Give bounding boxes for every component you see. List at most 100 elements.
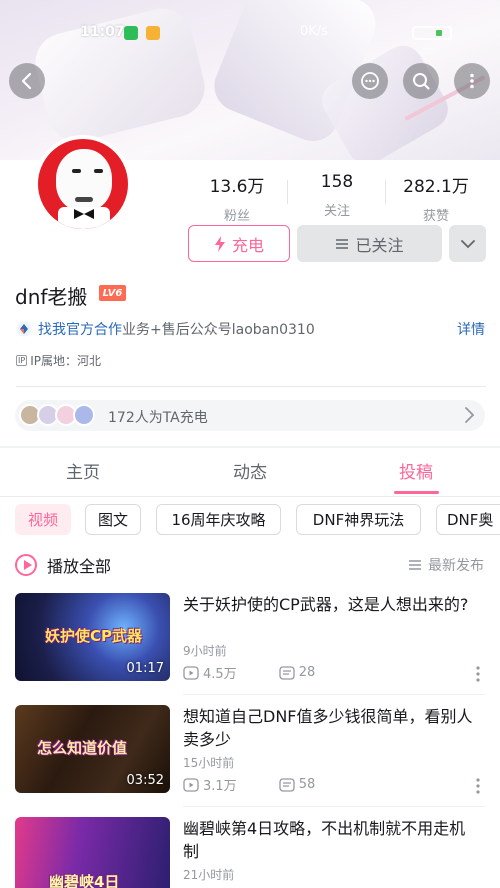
video-publish-time: 9小时前 <box>183 644 227 658</box>
danmaku-count: 58 <box>298 777 316 792</box>
tab-dynamics[interactable]: 动态 <box>200 458 300 483</box>
tab-active-indicator <box>394 491 439 494</box>
phone-app-icon <box>124 26 138 40</box>
bio-text: 业务+售后公众号laoban0310 <box>122 322 315 338</box>
charge-supporters-row[interactable]: 172人为TA充电 <box>15 400 485 431</box>
filter-chip-anniversary-guide[interactable]: 16周年庆攻略 <box>156 504 281 535</box>
back-arrow-icon <box>21 72 32 90</box>
danmaku-icon <box>279 665 295 680</box>
filter-chip-dnf-more[interactable]: DNF奥 <box>436 504 500 535</box>
username: dnf老搬 <box>15 285 88 309</box>
ip-location-text: IP属地：河北 <box>30 354 101 368</box>
stat-value: 13.6万 <box>209 177 265 197</box>
search-icon <box>413 73 430 90</box>
ip-icon: IP <box>16 355 28 366</box>
search-button[interactable] <box>403 63 439 99</box>
notes-app-icon <box>146 26 160 40</box>
stat-label: 获赞 <box>422 209 449 224</box>
play-circle-icon <box>15 554 37 576</box>
official-verified-icon <box>16 321 32 337</box>
more-options-button[interactable] <box>454 63 490 99</box>
avatar-collar <box>58 207 110 229</box>
net-speed: 0K/s <box>300 24 328 39</box>
video-publish-time: 15小时前 <box>183 756 235 770</box>
filter-chip-divine-realm[interactable]: DNF神界玩法 <box>296 504 421 535</box>
avatar-mouth <box>75 197 93 202</box>
stat-value: 282.1万 <box>403 177 469 197</box>
avatar-eye <box>94 169 103 173</box>
sort-button[interactable]: 最新发布 <box>408 555 484 575</box>
lightning-icon <box>214 235 225 252</box>
tab-uploads[interactable]: 投稿 <box>366 458 466 483</box>
follow-options-button[interactable] <box>449 225 486 262</box>
stat-divider <box>385 180 386 204</box>
chevron-down-icon <box>460 239 475 248</box>
stat-label: 关注 <box>323 204 350 219</box>
danmaku-count: 28 <box>298 665 316 680</box>
video-thumbnail[interactable]: 怎么知道价值 03:52 <box>15 705 170 793</box>
followed-label: 已关注 <box>355 235 404 255</box>
section-divider <box>0 446 500 448</box>
bio-details-link[interactable]: 详情 <box>457 319 485 339</box>
view-count: 3.1万 <box>203 779 237 794</box>
charge-label: 充电 <box>231 235 264 255</box>
vertical-dots-icon[interactable] <box>473 665 483 683</box>
message-button[interactable] <box>352 63 388 99</box>
stat-followers[interactable]: 13.6万 粉丝 <box>192 172 282 224</box>
play-count-icon <box>183 777 199 792</box>
video-item[interactable]: 幽碧峡4日 幽碧峡第4日攻略，不出机制就不用走机制 21小时前 <box>15 817 485 888</box>
stat-label: 粉丝 <box>223 209 250 224</box>
video-duration: 01:17 <box>126 661 164 676</box>
battery-icon <box>412 26 452 40</box>
play-all-label: 播放全部 <box>47 557 112 576</box>
divider <box>0 496 500 497</box>
stat-likes[interactable]: 282.1万 获赞 <box>391 172 481 224</box>
danmaku-icon <box>279 777 295 792</box>
video-title[interactable]: 想知道自己DNF值多少钱很简单，看别人卖多少 <box>183 705 478 751</box>
back-button[interactable] <box>9 63 45 99</box>
play-all-button[interactable]: 播放全部 <box>15 553 111 577</box>
video-thumbnail[interactable]: 妖护使CP武器 01:17 <box>15 593 170 681</box>
thumbnail-caption: 怎么知道价值 <box>37 739 128 757</box>
video-stats: 3.1万 58 <box>183 775 315 794</box>
menu-lines-icon <box>336 238 349 249</box>
tab-home[interactable]: 主页 <box>33 458 133 483</box>
video-stats: 4.5万 28 <box>183 663 315 682</box>
video-duration: 03:52 <box>126 773 164 788</box>
thumbnail-caption: 妖护使CP武器 <box>45 627 143 645</box>
vertical-dots-icon[interactable] <box>473 777 483 795</box>
video-title[interactable]: 关于妖护使的CP武器，这是人想出来的? <box>183 593 478 616</box>
level-badge: LV6 <box>99 285 126 301</box>
divider <box>183 694 485 695</box>
video-thumbnail[interactable]: 幽碧峡4日 <box>15 817 170 888</box>
stat-following[interactable]: 158 关注 <box>292 172 382 219</box>
play-count-icon <box>183 665 199 680</box>
stat-value: 158 <box>320 172 354 192</box>
sort-lines-icon <box>409 560 421 570</box>
stat-divider <box>287 180 288 204</box>
divider <box>183 806 485 807</box>
bio-link[interactable]: 找我官方合作 <box>38 319 122 339</box>
supporter-avatar <box>73 404 95 426</box>
video-title[interactable]: 幽碧峡第4日攻略，不出机制就不用走机制 <box>183 817 478 863</box>
view-count: 4.5万 <box>203 667 237 682</box>
avatar-eye <box>72 169 81 173</box>
charge-button[interactable]: 充电 <box>188 225 290 262</box>
thumbnail-caption: 幽碧峡4日 <box>49 873 120 888</box>
followed-button[interactable]: 已关注 <box>297 225 442 262</box>
video-item[interactable]: 怎么知道价值 03:52 想知道自己DNF值多少钱很简单，看别人卖多少 15小时… <box>15 705 485 795</box>
vertical-dots-icon <box>470 73 474 89</box>
video-item[interactable]: 妖护使CP武器 01:17 关于妖护使的CP武器，这是人想出来的? 9小时前 4… <box>15 593 485 683</box>
divider <box>16 386 486 387</box>
bio: 找我官方合作 业务+售后公众号laoban0310 <box>16 319 315 339</box>
sort-label: 最新发布 <box>428 558 484 574</box>
filter-chip-image-text[interactable]: 图文 <box>85 504 141 535</box>
video-publish-time: 21小时前 <box>183 868 235 882</box>
avatar[interactable] <box>34 135 132 233</box>
profile-tabs: 主页 动态 投稿 <box>0 458 500 494</box>
status-bar: 11:07 0K/s <box>0 22 500 46</box>
filter-chip-video[interactable]: 视频 <box>15 504 71 535</box>
chat-bubble-icon <box>361 72 379 90</box>
ip-location: IP IP属地：河北 <box>16 352 101 369</box>
charge-count-text: 172人为TA充电 <box>108 410 208 426</box>
